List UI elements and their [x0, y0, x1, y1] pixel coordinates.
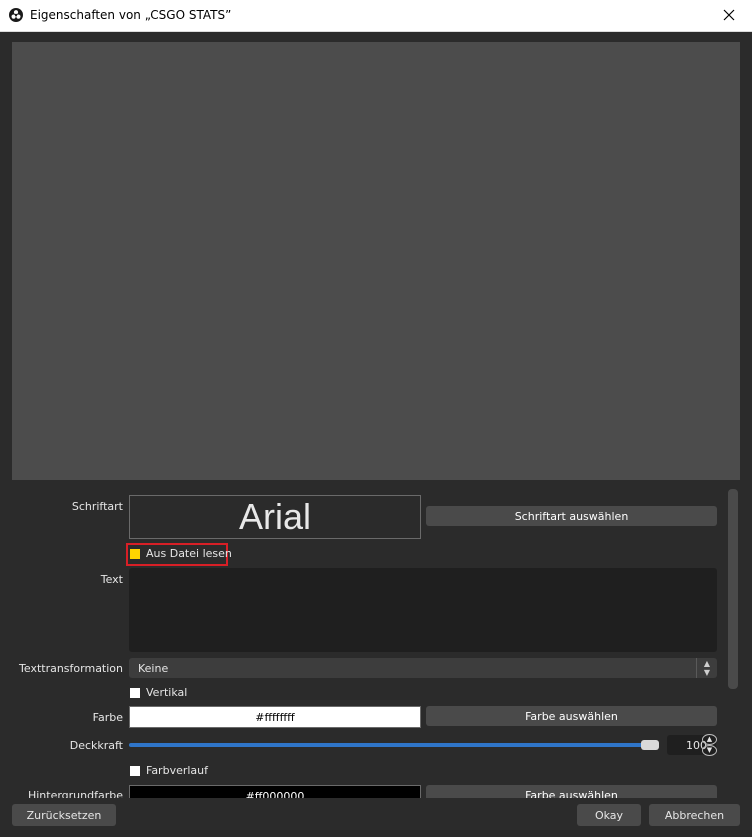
vertical-checkbox[interactable]: Vertikal: [130, 686, 187, 699]
gradient-label: Farbverlauf: [146, 764, 209, 777]
transform-select[interactable]: Keine ▲ ▼: [129, 658, 717, 678]
transform-label: Texttransformation: [19, 662, 123, 675]
properties-scrollbar[interactable]: [728, 489, 738, 689]
background-color-swatch: #ff000000: [129, 785, 421, 798]
properties-panel: Schriftart Arial Schriftart auswählen Au…: [12, 485, 740, 798]
updown-arrow-icon: ▲ ▼: [696, 658, 717, 678]
vertical-label: Vertikal: [146, 686, 188, 699]
font-preview: Arial: [129, 495, 421, 539]
checkbox-checked: [130, 548, 140, 559]
color-swatch: #ffffffff: [129, 706, 421, 728]
gradient-checkbox[interactable]: Farbverlauf: [130, 764, 208, 777]
select-color-button[interactable]: Farbe auswählen: [426, 706, 717, 726]
obs-logo-icon: [9, 8, 23, 22]
checkbox-unchecked: [130, 765, 140, 776]
close-button[interactable]: [706, 0, 752, 31]
close-icon: [723, 9, 735, 21]
opacity-slider[interactable]: [129, 743, 659, 747]
font-label: Schriftart: [71, 500, 123, 513]
cancel-button[interactable]: Abbrechen: [649, 804, 740, 826]
transform-value: Keine: [138, 662, 169, 675]
background-color-label: Hintergrundfarbe: [27, 789, 123, 798]
spin-down-icon[interactable]: ▼: [702, 745, 717, 756]
read-from-file-checkbox[interactable]: Aus Datei lesen: [130, 547, 232, 560]
select-background-color-button[interactable]: Farbe auswählen: [426, 785, 717, 798]
read-from-file-label: Aus Datei lesen: [146, 547, 232, 560]
source-preview: [12, 42, 740, 480]
ok-button[interactable]: Okay: [577, 804, 641, 826]
reset-button[interactable]: Zurücksetzen: [12, 804, 116, 826]
title-bar: Eigenschaften von „CSGO STATS”: [0, 0, 752, 32]
opacity-label: Deckkraft: [69, 739, 123, 752]
checkbox-unchecked: [130, 687, 140, 698]
select-font-button[interactable]: Schriftart auswählen: [426, 506, 717, 526]
opacity-slider-handle[interactable]: [641, 740, 659, 750]
text-label: Text: [100, 573, 123, 586]
text-input[interactable]: [129, 568, 717, 652]
spin-up-icon[interactable]: ▲: [702, 734, 717, 745]
opacity-spin-arrows[interactable]: ▲ ▼: [702, 734, 717, 756]
color-label: Farbe: [92, 711, 123, 724]
window-title: Eigenschaften von „CSGO STATS”: [30, 8, 232, 22]
